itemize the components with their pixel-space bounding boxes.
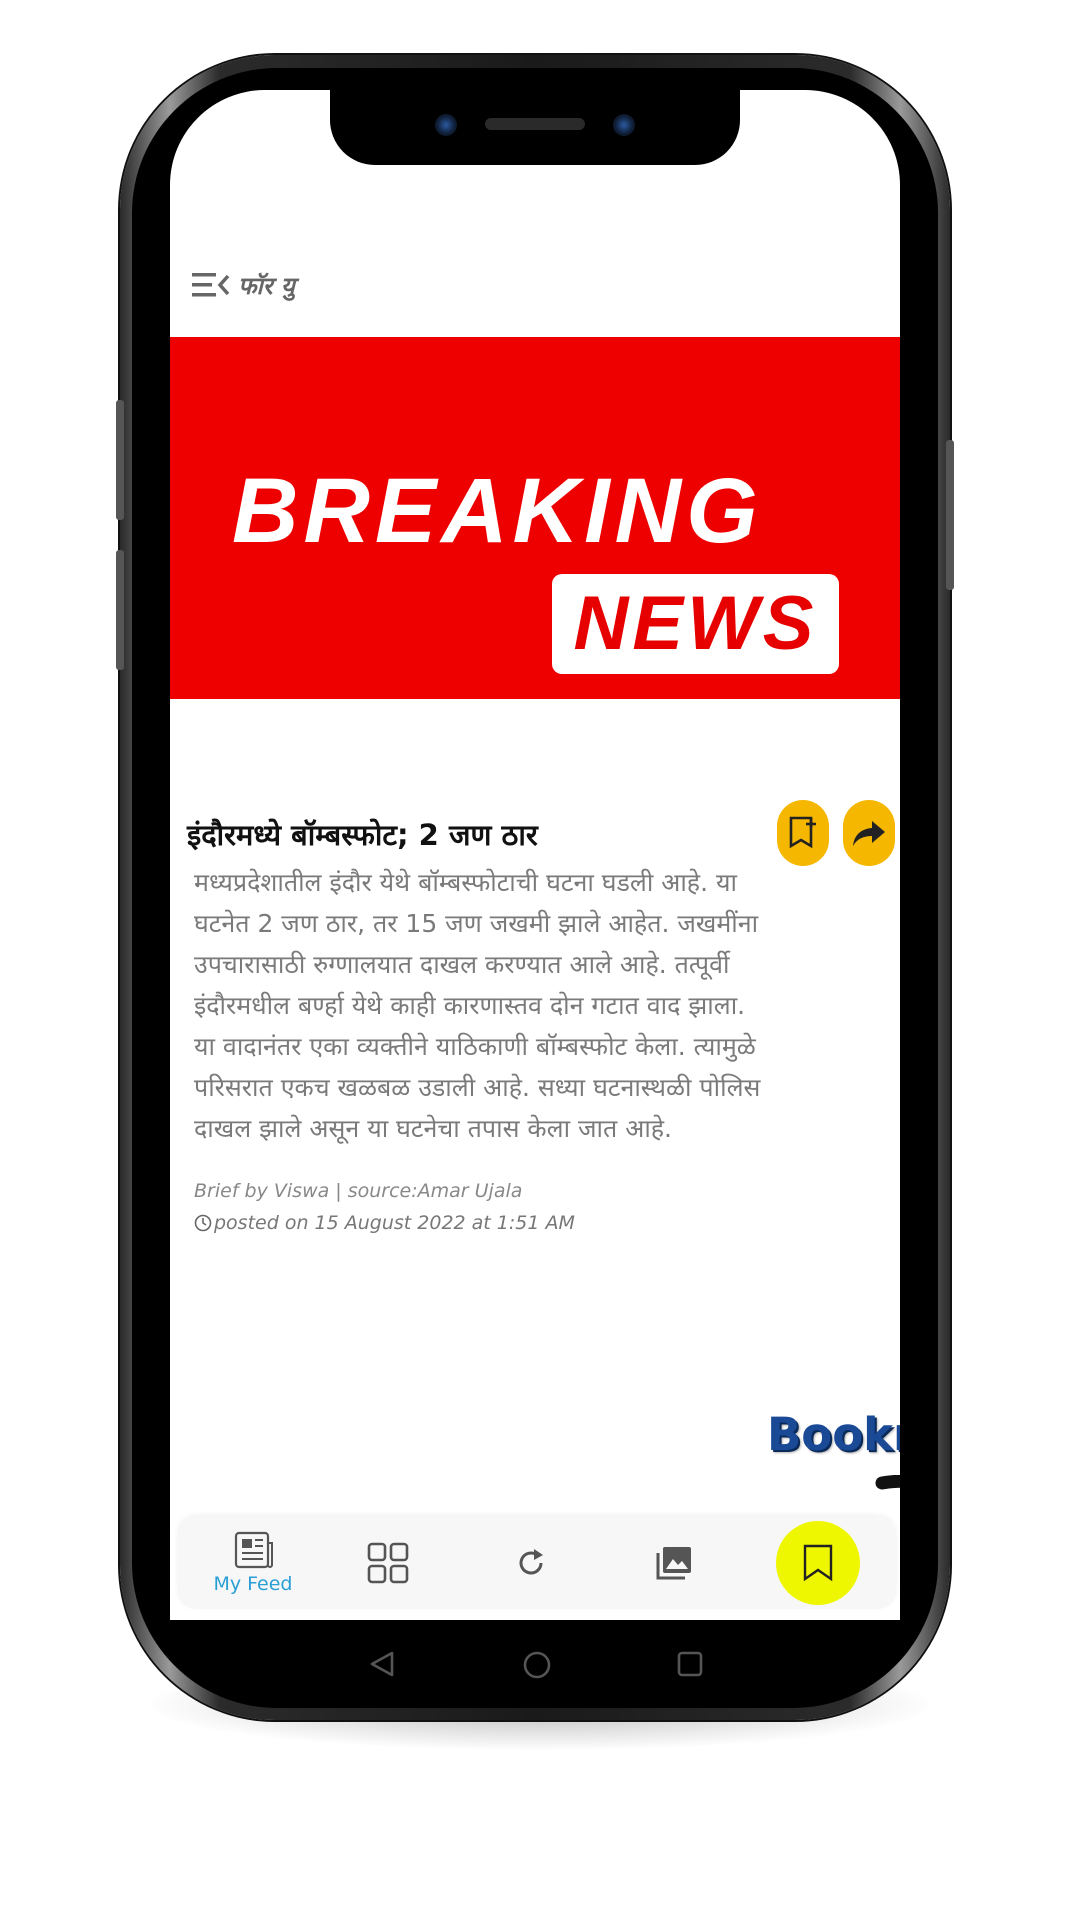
article-body-line: या वादानंतर एका व्यक्तीने याठिकाणी बॉम्ब… (194, 1032, 756, 1061)
nav-refresh[interactable] (501, 1517, 561, 1609)
nav-gallery[interactable] (644, 1517, 704, 1609)
home-icon[interactable] (522, 1650, 552, 1680)
back-icon[interactable] (368, 1650, 396, 1678)
menu-collapse-icon (192, 273, 230, 297)
banner-breaking-text: BREAKING (232, 460, 763, 562)
article-body-line: दाखल झाले असून या घटनेचा तपास केला जात आ… (194, 1114, 672, 1143)
breaking-news-banner: BREAKING NEWS (170, 337, 900, 699)
bookmark-icon (803, 1544, 833, 1582)
phone-side-button (116, 400, 124, 520)
article-body-line: उपचारासाठी रुग्णालयात दाखल करण्यात आले आ… (194, 950, 730, 979)
article-body: मध्यप्रदेशातील इंदौर येथे बॉम्बस्फोटाची … (194, 862, 874, 1149)
article-byline: Brief by Viswa | source:Amar Ujala (194, 1180, 523, 1202)
refresh-icon (519, 1549, 543, 1575)
article-body-line: इंदौरमधील बर्ण्हा येथे काही कारणास्तव दो… (194, 991, 746, 1020)
gallery-icon (656, 1547, 691, 1580)
article-headline: इंदौरमध्ये बॉम्बस्फोट; 2 जण ठार (187, 818, 538, 852)
banner-news-text: NEWS (573, 581, 818, 666)
section-label: फॉर यु (238, 271, 295, 300)
nav-my-feed[interactable]: My Feed (198, 1517, 308, 1609)
article-body-line: परिसरात एकच खळबळ उडाली आहे. सध्या घटनास्… (194, 1073, 761, 1102)
grid-icon (367, 1542, 409, 1584)
app-screen: फॉर यु BREAKING NEWS इंदौरमध्ये बॉम्बस्फ… (170, 90, 900, 1620)
posted-date-text: posted on 15 August 2022 at 1:51 AM (214, 1212, 575, 1234)
front-camera (435, 114, 457, 136)
article-share-button[interactable] (843, 800, 895, 866)
nav-categories[interactable] (358, 1517, 418, 1609)
menu-button[interactable]: फॉर यु (192, 270, 295, 300)
front-sensor (613, 114, 635, 136)
phone-speaker (485, 118, 585, 130)
article-body-line: मध्यप्रदेशातील इंदौर येथे बॉम्बस्फोटाची … (194, 868, 737, 897)
article-body-line: घटनेत 2 जण ठार, तर 15 जण जखमी झाले आहेत.… (194, 909, 759, 938)
phone-power-button (946, 440, 954, 590)
bookmark-outline-icon (789, 816, 816, 849)
article-bookmark-button[interactable] (777, 800, 829, 866)
phone-side-button (116, 550, 124, 670)
clock-icon (194, 1214, 212, 1232)
recents-icon[interactable] (676, 1650, 704, 1678)
article-timestamp: posted on 15 August 2022 at 1:51 AM (194, 1212, 575, 1234)
share-arrow-icon (853, 821, 885, 846)
nav-bookmark[interactable] (776, 1521, 860, 1605)
newspaper-icon (234, 1531, 273, 1569)
banner-news-box: NEWS (552, 574, 839, 674)
bookmark-callout-label: Bookmark (767, 1408, 900, 1461)
nav-my-feed-label: My Feed (213, 1573, 293, 1595)
